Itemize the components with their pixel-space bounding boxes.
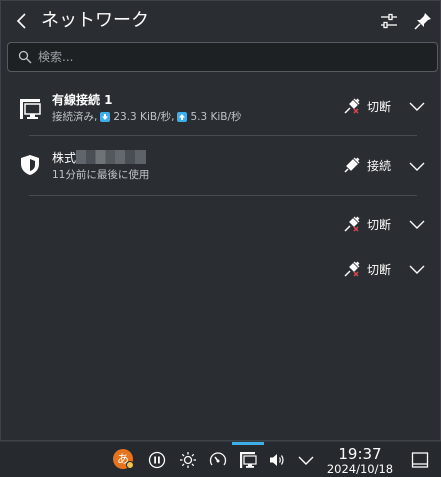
wired-network-icon xyxy=(20,99,41,119)
search-input[interactable] xyxy=(38,43,428,71)
power-profile-gauge-icon[interactable] xyxy=(209,451,227,469)
disconnect-plug-icon xyxy=(344,261,360,277)
download-arrow-icon xyxy=(100,112,111,122)
active-indicator xyxy=(232,442,264,445)
connection-status: 接続済み, 23.3 KiB/秒, 5.3 KiB/秒 xyxy=(52,110,242,124)
status-text: 接続済み, xyxy=(52,111,98,123)
disconnect-button[interactable]: 切断 xyxy=(343,95,391,117)
connection-item-vpn[interactable]: 株式 11分前に最後に使用 接続 xyxy=(1,143,441,199)
page-title: ネットワーク xyxy=(41,10,149,31)
chevron-down-icon[interactable] xyxy=(408,260,426,278)
clock-date[interactable]: 2024/10/18 xyxy=(322,462,398,476)
pin-icon[interactable] xyxy=(412,10,434,32)
vpn-shield-icon xyxy=(21,155,39,175)
back-arrow-icon[interactable] xyxy=(11,10,33,32)
configure-icon[interactable] xyxy=(378,10,400,32)
disconnect-button[interactable]: 切断 xyxy=(343,258,391,280)
taskbar-panel: あ 19:37 2024/10/18 xyxy=(0,441,441,477)
disconnect-button[interactable]: 切断 xyxy=(343,213,391,235)
upload-arrow-icon xyxy=(177,112,188,122)
search-icon xyxy=(18,50,32,64)
connection-name: 株式 xyxy=(52,150,147,166)
chevron-down-icon[interactable] xyxy=(408,97,426,115)
disconnect-plug-icon xyxy=(344,98,360,114)
connection-status: 11分前に最後に使用 xyxy=(52,169,150,181)
brightness-icon[interactable] xyxy=(179,451,197,469)
connection-name: 有線接続 1 xyxy=(52,93,113,107)
connection-item[interactable]: 切断 xyxy=(1,248,441,304)
volume-icon[interactable] xyxy=(268,451,286,469)
chevron-down-icon[interactable] xyxy=(408,215,426,233)
redacted-name xyxy=(76,150,147,164)
ime-status-dot xyxy=(126,461,134,469)
media-pause-icon[interactable] xyxy=(148,451,166,469)
network-popup: ネットワーク 有線接続 1 接続済み, xyxy=(0,0,441,441)
network-wired-icon[interactable] xyxy=(239,451,257,469)
popup-header: ネットワーク xyxy=(1,1,441,41)
connect-button[interactable]: 接続 xyxy=(343,154,391,176)
upload-speed: 5.3 KiB/秒 xyxy=(190,111,242,123)
search-box[interactable] xyxy=(7,42,438,72)
disconnect-plug-icon xyxy=(344,216,360,232)
tray-expand-chevron-icon[interactable] xyxy=(297,451,315,469)
download-speed: 23.3 KiB/秒, xyxy=(113,111,175,123)
connect-plug-icon xyxy=(344,157,360,173)
chevron-down-icon[interactable] xyxy=(408,157,426,175)
connection-item-wired[interactable]: 有線接続 1 接続済み, 23.3 KiB/秒, 5.3 KiB/秒 切断 xyxy=(1,85,441,141)
divider xyxy=(29,195,417,196)
clock-time[interactable]: 19:37 xyxy=(328,445,392,463)
divider xyxy=(29,135,417,136)
show-desktop-icon[interactable] xyxy=(411,451,429,469)
